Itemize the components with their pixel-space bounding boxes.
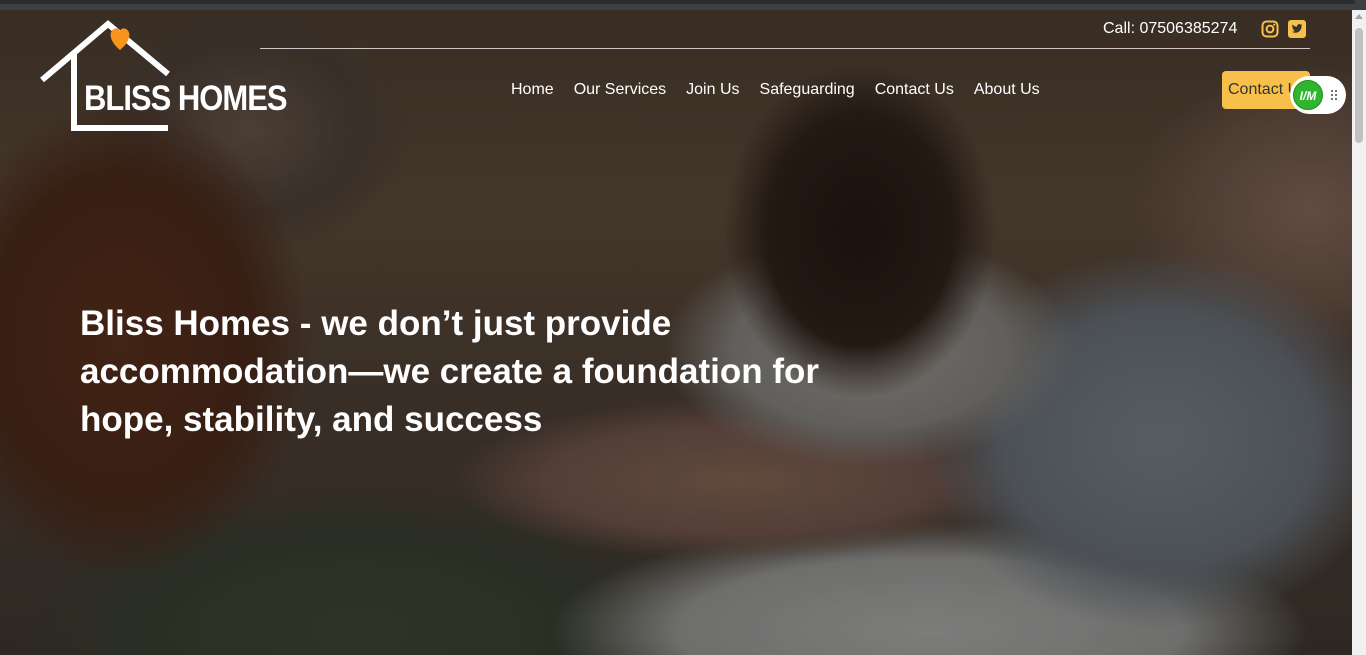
nav-item-our-services[interactable]: Our Services xyxy=(574,81,666,99)
scroll-up-arrow-icon[interactable] xyxy=(1355,14,1363,19)
floating-widget[interactable]: I/M xyxy=(1290,76,1346,114)
page-viewport: BLISS HOMES Call: 07506385274 Home Our S… xyxy=(0,10,1352,655)
twitter-link[interactable] xyxy=(1288,20,1306,38)
instagram-icon xyxy=(1261,20,1279,38)
widget-badge[interactable]: I/M xyxy=(1293,80,1323,110)
call-phone-link[interactable]: Call: 07506385274 xyxy=(1103,20,1237,38)
page-scrollbar[interactable] xyxy=(1352,10,1366,655)
nav-item-home[interactable]: Home xyxy=(511,81,554,99)
browser-tab-edge xyxy=(0,0,1355,4)
nav-item-about-us[interactable]: About Us xyxy=(974,81,1040,99)
header-divider xyxy=(260,48,1310,49)
drag-handle-icon[interactable] xyxy=(1330,88,1338,102)
browser-top-strip xyxy=(0,0,1366,10)
nav-item-join-us[interactable]: Join Us xyxy=(686,81,739,99)
site-logo[interactable]: BLISS HOMES xyxy=(38,20,288,132)
scrollbar-thumb[interactable] xyxy=(1355,28,1363,143)
nav-item-safeguarding[interactable]: Safeguarding xyxy=(760,81,855,99)
instagram-link[interactable] xyxy=(1261,20,1279,38)
nav-item-contact-us[interactable]: Contact Us xyxy=(875,81,954,99)
twitter-icon xyxy=(1288,20,1306,38)
main-nav: Home Our Services Join Us Safeguarding C… xyxy=(511,81,1060,99)
logo-text: BLISS HOMES xyxy=(84,78,288,119)
hero-title: Bliss Homes - we don’t just provide acco… xyxy=(80,304,819,439)
